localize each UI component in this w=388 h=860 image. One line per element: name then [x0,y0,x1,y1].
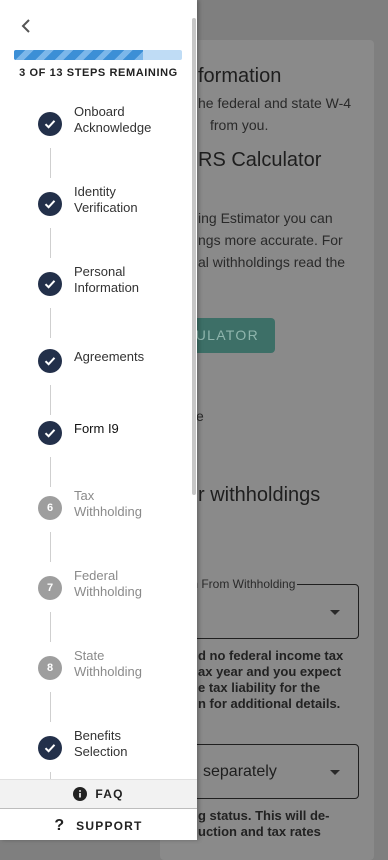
step-item[interactable]: 7 Federal Withholding [38,568,188,608]
step-item[interactable]: Agreements [38,341,188,381]
step-item[interactable]: Identity Verification [38,184,188,224]
step-label: Verification [74,200,138,215]
intro-text-line2: from you. [210,117,269,133]
step-item[interactable]: 8 State Withholding [38,648,188,688]
calculator-heading: RS Calculator [198,149,322,171]
step-number-badge: 8 [38,656,62,680]
step-connector [50,457,51,487]
step-label: State [74,648,105,663]
info-icon [73,787,88,801]
check-icon [38,349,62,373]
estimator-text-line2: ngs more accurate. For [198,232,343,248]
step-label: Tax [74,488,95,503]
filing-note-line2: uction and tax rates [198,824,321,839]
step-connector [50,532,51,562]
scrollbar[interactable] [192,18,196,495]
step-label: Federal [74,568,119,583]
step-label: Acknowledge [74,120,152,135]
step-number-badge: 6 [38,496,62,520]
step-label: Personal [74,264,126,279]
step-connector [50,612,51,642]
help-icon: ? [54,816,65,834]
step-label: Selection [74,744,128,759]
estimator-text-line1: ing Estimator you can [198,210,333,226]
step-label: Withholding [74,584,142,599]
step-item[interactable]: 6 Tax Withholding [38,488,188,528]
step-item[interactable]: Benefits Selection [38,728,188,768]
fragment-text: e [196,408,204,424]
step-label: Withholding [74,504,142,519]
steps-drawer: 3 OF 13 STEPS REMAINING Onboard Acknowled… [0,0,197,840]
estimator-text-line3: al withholdings read the [198,254,346,270]
withholdings-heading: r withholdings [198,484,321,506]
progress-bar-fill [14,50,144,60]
step-connector [50,308,51,338]
support-label: SUPPORT [76,818,143,833]
step-label: Information [74,280,140,295]
exemption-select-label: ion From Withholding [180,577,298,591]
steps-remaining-text: 3 OF 13 STEPS REMAINING [19,67,178,79]
intro-text-line1: he federal and state W-4 [198,95,352,111]
step-item[interactable]: Form I9 [38,413,188,453]
back-button[interactable] [14,14,38,38]
step-connector [50,148,51,178]
filing-status-value: separately [203,763,277,780]
progress-bar [14,50,182,60]
chevron-down-icon [330,610,340,615]
step-connector [50,228,51,258]
section-title: formation [198,65,282,87]
step-label: Onboard [74,104,125,119]
step-item[interactable]: Onboard Acknowledge [38,104,188,144]
step-label: Agreements [74,349,145,364]
step-label: Benefits [74,728,121,743]
check-icon [38,112,62,136]
check-icon [38,736,62,760]
faq-label: FAQ [95,787,124,801]
step-label: Form I9 [74,421,119,436]
step-label: Withholding [74,664,142,679]
faq-button[interactable]: FAQ [0,779,197,809]
check-icon [38,272,62,296]
exempt-note-line1: d no federal income tax [198,648,344,663]
exempt-note-line3: e tax liability for the [198,680,321,695]
chevron-down-icon [330,770,340,775]
filing-note-line1: g status. This will de- [198,808,330,823]
chevron-left-icon [21,19,30,33]
check-icon [38,421,62,445]
exempt-note-line2: ax year and you expect [198,664,342,679]
support-button[interactable]: ? SUPPORT [0,811,197,840]
check-icon [38,192,62,216]
exempt-note-line4: n for additional details. [198,696,341,711]
step-connector [50,385,51,415]
step-number-badge: 7 [38,576,62,600]
step-label: Identity [74,184,116,199]
step-connector [50,692,51,722]
step-item[interactable]: Personal Information [38,264,188,304]
